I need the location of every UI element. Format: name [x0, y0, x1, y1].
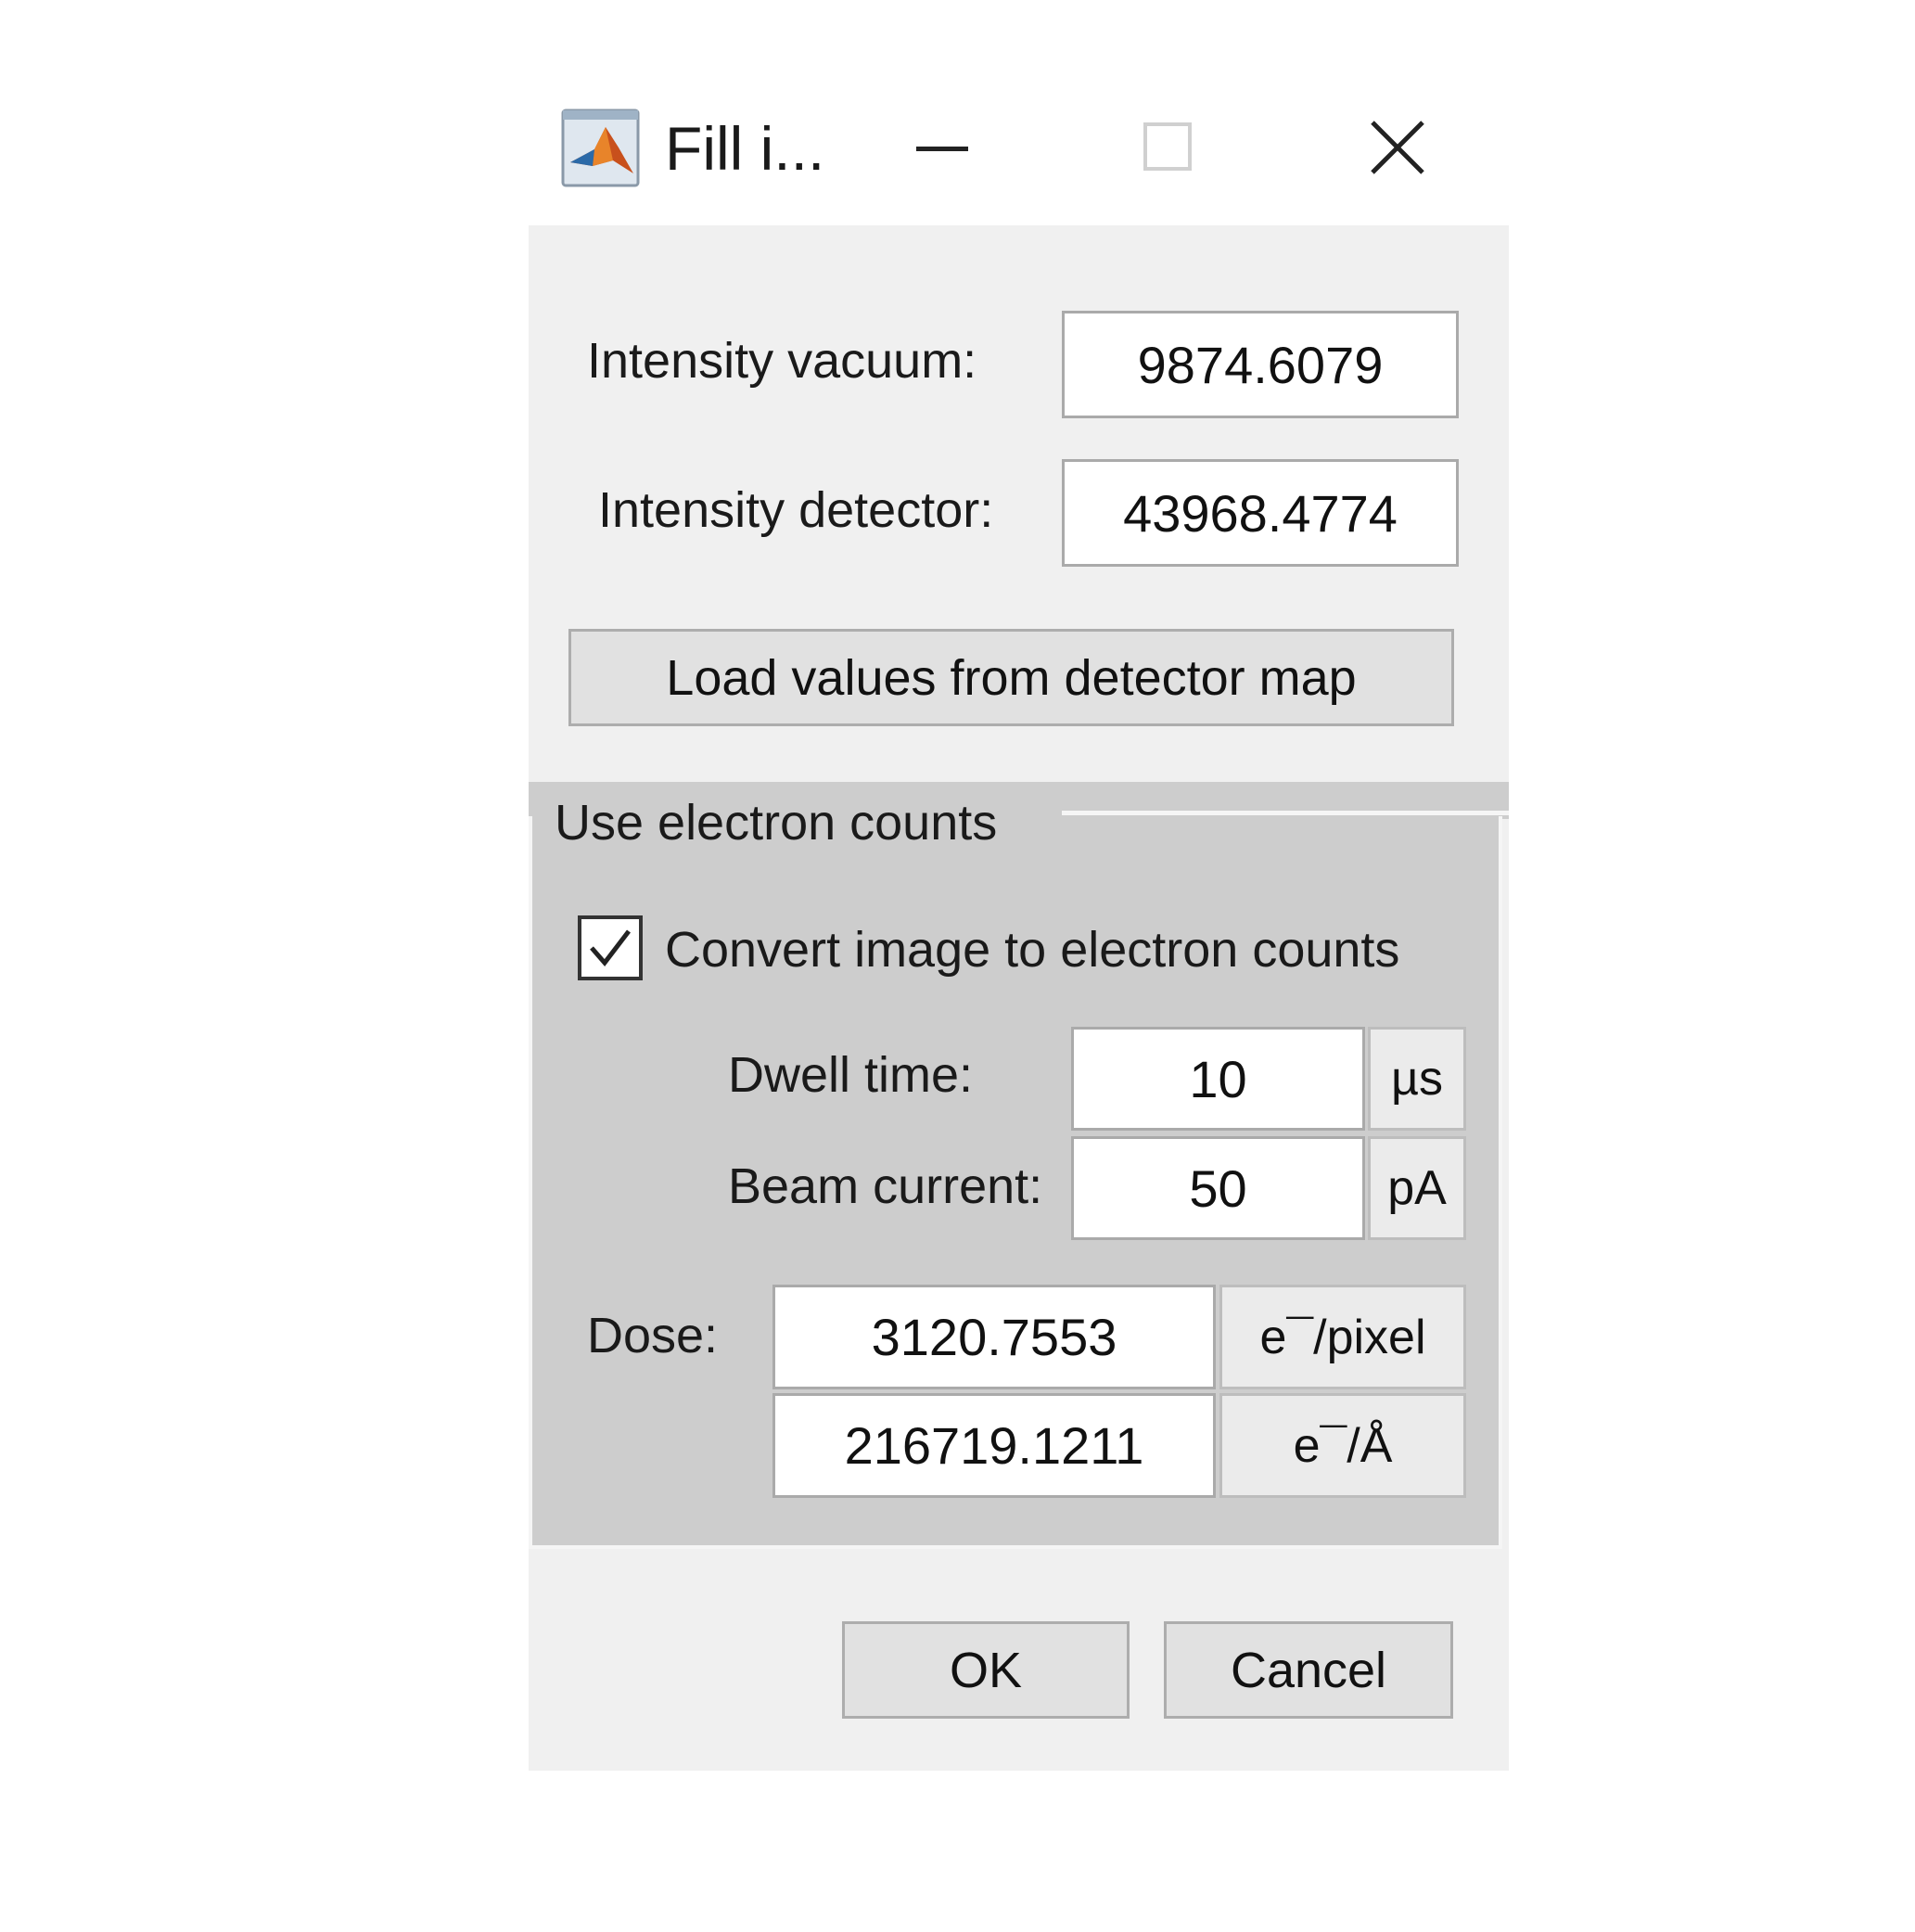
- intensity-detector-input[interactable]: 43968.4774: [1062, 459, 1459, 567]
- cancel-button[interactable]: Cancel: [1164, 1621, 1453, 1719]
- dwell-time-label: Dwell time:: [728, 1047, 974, 1103]
- ok-button[interactable]: OK: [842, 1621, 1130, 1719]
- group-border-line: [1062, 811, 1509, 815]
- dose-per-area-field[interactable]: 216719.1211: [772, 1393, 1216, 1498]
- beam-current-unit: pA: [1368, 1136, 1466, 1240]
- dwell-time-input[interactable]: 10: [1071, 1027, 1365, 1131]
- convert-checkbox[interactable]: [578, 915, 643, 980]
- matlab-icon: [561, 109, 640, 187]
- dose-per-pixel-unit: e¯/pixel: [1219, 1285, 1466, 1389]
- minimize-button[interactable]: [890, 102, 992, 195]
- beam-current-label: Beam current:: [728, 1158, 1043, 1214]
- load-from-detector-map-button[interactable]: Load values from detector map: [568, 629, 1454, 726]
- dwell-time-unit: µs: [1368, 1027, 1466, 1131]
- intensity-vacuum-label: Intensity vacuum:: [587, 333, 977, 389]
- minimize-icon: [916, 147, 968, 151]
- close-icon: [1371, 121, 1424, 174]
- dose-label: Dose:: [587, 1308, 719, 1363]
- window-title: Fill i...: [665, 114, 825, 183]
- dose-per-pixel-field[interactable]: 3120.7553: [772, 1285, 1216, 1389]
- maximize-button[interactable]: [1117, 102, 1219, 195]
- checkmark-icon: [590, 929, 631, 966]
- intensity-vacuum-input[interactable]: 9874.6079: [1062, 311, 1459, 418]
- intensity-detector-label: Intensity detector:: [598, 482, 994, 538]
- convert-label[interactable]: Convert image to electron counts: [665, 920, 1399, 979]
- close-button[interactable]: [1345, 102, 1447, 195]
- beam-current-input[interactable]: 50: [1071, 1136, 1365, 1240]
- dose-per-area-unit: e¯/Å: [1219, 1393, 1466, 1498]
- maximize-icon: [1143, 122, 1192, 171]
- group-title: Use electron counts: [555, 795, 998, 851]
